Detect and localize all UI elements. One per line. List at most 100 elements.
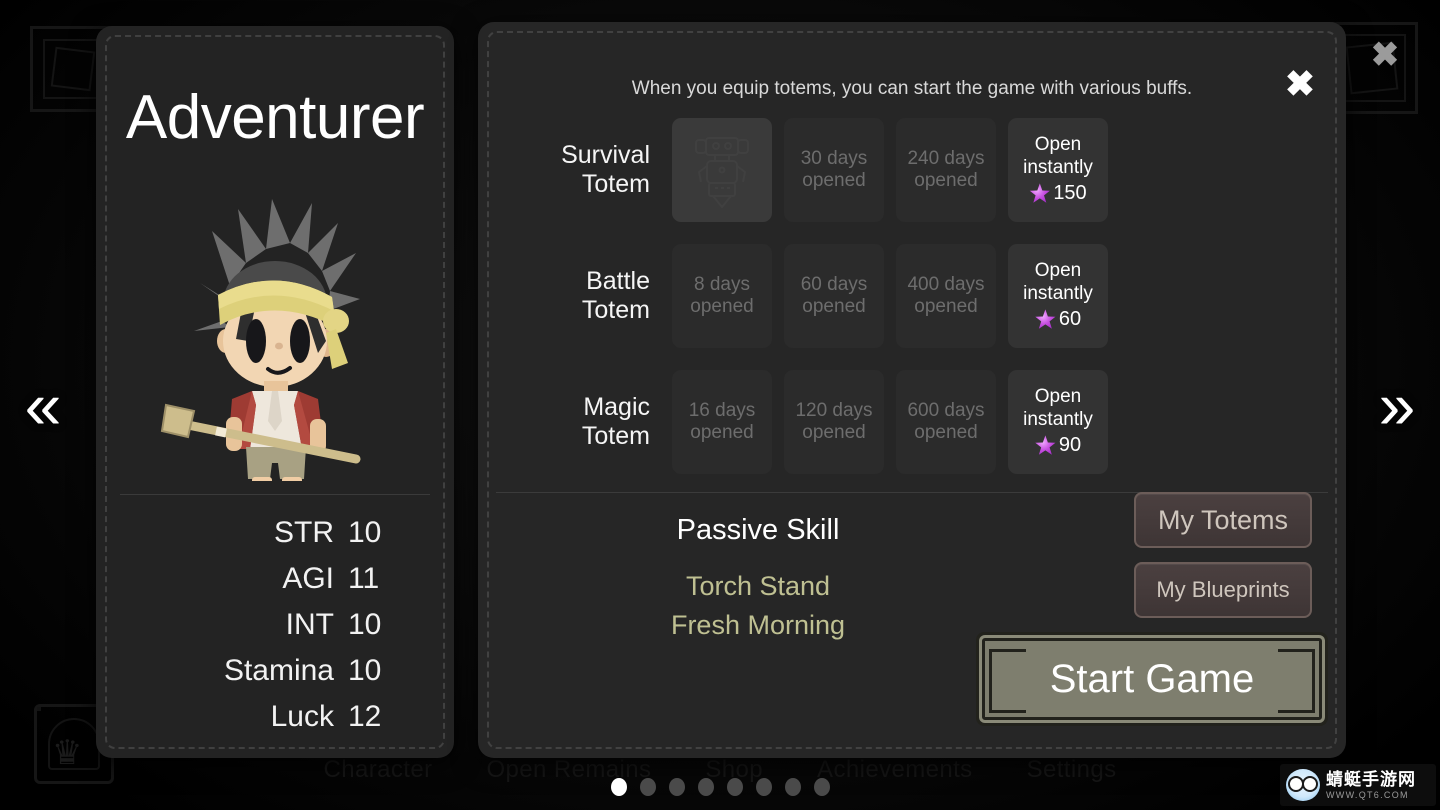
totem-row-title-survival: Survival Totem: [530, 141, 660, 199]
totem-panel: ✖ When you equip totems, you can start t…: [478, 22, 1346, 758]
totem-panel-hint: When you equip totems, you can start the…: [631, 78, 1193, 99]
pager-dot-3[interactable]: [668, 778, 685, 796]
pager-dot-4[interactable]: [697, 778, 714, 796]
totem-title-line2: Totem: [581, 422, 650, 450]
totem-slot-magic-1[interactable]: 16 days opened: [672, 370, 772, 474]
stat-label-agi: AGI: [282, 562, 334, 595]
watermark-name: 蜻蜓手游网: [1326, 769, 1416, 789]
slot-line2: opened: [802, 296, 866, 317]
pager-dot-8[interactable]: [813, 778, 830, 796]
close-icon[interactable]: ✖: [1278, 62, 1322, 106]
character-pager: [0, 778, 1440, 796]
pager-dot-6[interactable]: [755, 778, 772, 796]
totem-slot-survival-1[interactable]: [672, 118, 772, 222]
stat-row-int: INT 10: [160, 608, 390, 642]
totem-slot-battle-2[interactable]: 60 days opened: [784, 244, 884, 348]
stat-row-luck: Luck 12: [160, 700, 390, 734]
gem-icon: [1035, 435, 1056, 455]
gem-icon: [1035, 309, 1056, 329]
totem-row-magic: Magic Totem 16 days opened 120 days open…: [530, 370, 1150, 474]
character-panel: Adventurer STR 10 AGI 11 INT 10 Stamina …: [96, 26, 454, 758]
totem-row-title-magic: Magic Totem: [530, 393, 660, 451]
slot-price-row: 150: [1029, 182, 1087, 206]
totem-slot-survival-buy[interactable]: Open instantly 150: [1008, 118, 1108, 222]
slot-line1: Open: [1034, 134, 1082, 156]
passive-skill-heading: Passive Skill: [676, 514, 840, 546]
slot-line2: instantly: [1023, 156, 1093, 178]
pager-dot-2[interactable]: [639, 778, 656, 796]
totem-row-title-battle: Battle Totem: [530, 267, 660, 325]
stat-label-stamina: Stamina: [223, 654, 334, 687]
mascot-icon: [1286, 769, 1320, 801]
next-character-arrow[interactable]: »: [1360, 360, 1434, 450]
slot-price: 60: [1058, 308, 1082, 331]
totem-slot-survival-3[interactable]: 240 days opened: [896, 118, 996, 222]
totem-row-survival: Survival Totem 30 days opened 240 days o…: [530, 118, 1150, 222]
slot-line1: 8 days: [694, 273, 750, 295]
watermark-url: WWW.QT6.COM: [1326, 789, 1409, 800]
slot-price-row: 90: [1035, 434, 1081, 458]
panel-side-buttons: My Totems My Blueprints: [1134, 492, 1312, 618]
slot-line1: 400 days: [907, 273, 985, 295]
pager-dot-5[interactable]: [726, 778, 743, 796]
totem-idol-icon: [695, 137, 749, 208]
my-totems-button[interactable]: My Totems: [1134, 492, 1312, 548]
stat-value-luck: 12: [348, 700, 382, 733]
slot-line1: Open: [1034, 260, 1082, 282]
background-close-icon[interactable]: ✖: [1364, 34, 1406, 76]
totem-title-line2: Totem: [581, 170, 650, 198]
adventurer-sprite-svg: [160, 199, 361, 481]
start-game-label: Start Game: [1049, 656, 1255, 701]
crown-icon: ♛: [52, 734, 83, 772]
my-blueprints-button[interactable]: My Blueprints: [1134, 562, 1312, 618]
slot-line2: opened: [914, 296, 978, 317]
character-stats-list: STR 10 AGI 11 INT 10 Stamina 10 Luck 12: [96, 516, 454, 734]
stat-row-agi: AGI 11: [160, 562, 390, 596]
totem-slot-battle-1[interactable]: 8 days opened: [672, 244, 772, 348]
slot-line2: opened: [802, 422, 866, 443]
previous-character-arrow[interactable]: «: [6, 360, 80, 450]
totem-slot-battle-3[interactable]: 400 days opened: [896, 244, 996, 348]
slot-line1: 60 days: [800, 273, 868, 295]
slot-line1: Open: [1034, 386, 1082, 408]
pager-dot-1[interactable]: [610, 778, 627, 796]
slot-line2: opened: [690, 296, 754, 317]
slot-line1: 120 days: [795, 399, 873, 421]
slot-line1: 600 days: [907, 399, 985, 421]
slot-price: 150: [1053, 182, 1087, 205]
totem-title-line1: Survival: [561, 141, 650, 170]
slot-price-row: 60: [1035, 308, 1081, 332]
passive-skill-block: Passive Skill Torch Stand Fresh Morning: [478, 514, 1038, 645]
slot-line2: instantly: [1023, 282, 1093, 304]
passive-skill-item-1: Torch Stand: [685, 571, 831, 601]
totem-slot-magic-buy[interactable]: Open instantly 90: [1008, 370, 1108, 474]
totem-title-line2: Totem: [581, 296, 650, 324]
totem-slot-magic-2[interactable]: 120 days opened: [784, 370, 884, 474]
site-watermark: 蜻蜓手游网 WWW.QT6.COM: [1280, 764, 1436, 806]
totem-title-line1: Magic: [583, 393, 650, 422]
game-screen: ♛ Character Open Remains Shop Achievemen…: [0, 0, 1440, 810]
slot-line2: opened: [914, 170, 978, 191]
totem-slot-survival-2[interactable]: 30 days opened: [784, 118, 884, 222]
slot-price: 90: [1058, 434, 1082, 457]
slot-line2: opened: [690, 422, 754, 443]
character-name: Adventurer: [125, 83, 425, 152]
slot-line1: 16 days: [688, 399, 756, 421]
slot-line2: opened: [914, 422, 978, 443]
totem-title-line1: Battle: [586, 267, 650, 296]
totem-slot-battle-buy[interactable]: Open instantly 60: [1008, 244, 1108, 348]
slot-line1: 240 days: [907, 147, 985, 169]
totem-grid: Survival Totem 30 days opened 240 days o…: [530, 118, 1150, 474]
slot-line1: 30 days: [800, 147, 868, 169]
stat-value-str: 10: [348, 516, 382, 549]
totem-row-battle: Battle Totem 8 days opened 60 days opene…: [530, 244, 1150, 348]
gem-icon: [1029, 183, 1050, 203]
start-game-button[interactable]: Start Game: [982, 638, 1322, 720]
slot-line2: opened: [802, 170, 866, 191]
stat-value-int: 10: [348, 608, 382, 641]
stat-row-str: STR 10: [160, 516, 390, 550]
totem-slot-magic-3[interactable]: 600 days opened: [896, 370, 996, 474]
slot-line2: instantly: [1023, 408, 1093, 430]
watermark-text: 蜻蜓手游网 WWW.QT6.COM: [1326, 771, 1416, 800]
pager-dot-7[interactable]: [784, 778, 801, 796]
